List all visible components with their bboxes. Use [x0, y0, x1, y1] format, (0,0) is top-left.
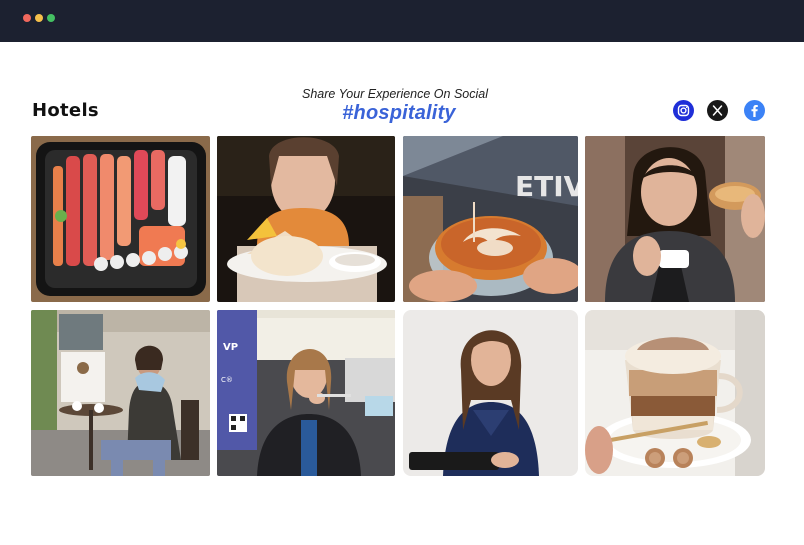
gallery-tile-latte-art[interactable]: ETIV [403, 136, 578, 302]
gallery-tile-woman-eating-pastry[interactable] [585, 136, 765, 302]
gallery-tile-woman-with-dessert[interactable] [217, 136, 395, 302]
facebook-button[interactable] [744, 100, 765, 121]
close-window-button[interactable] [23, 14, 31, 22]
tagline: Share Your Experience On Social [302, 87, 488, 101]
minimize-window-button[interactable] [35, 14, 43, 22]
gallery-tile-sushi-platter[interactable] [31, 136, 210, 302]
svg-text:VP: VP [223, 342, 238, 353]
gallery-tile-cappuccino-and-truffles[interactable] [585, 310, 765, 476]
window-titlebar [0, 0, 804, 42]
gallery-tile-hotel-staff-with-tablet[interactable] [403, 310, 578, 476]
maximize-window-button[interactable] [47, 14, 55, 22]
gallery-tile-woman-at-event[interactable]: VP C® [217, 310, 395, 476]
instagram-button[interactable] [673, 100, 694, 121]
instagram-icon [677, 104, 690, 117]
facebook-icon [751, 105, 758, 117]
svg-text:C®: C® [221, 376, 233, 384]
x-button[interactable] [707, 100, 728, 121]
gallery-tile-woman-at-cafe[interactable] [31, 310, 210, 476]
x-icon [712, 105, 723, 116]
svg-text:ETIV: ETIV [515, 170, 578, 203]
